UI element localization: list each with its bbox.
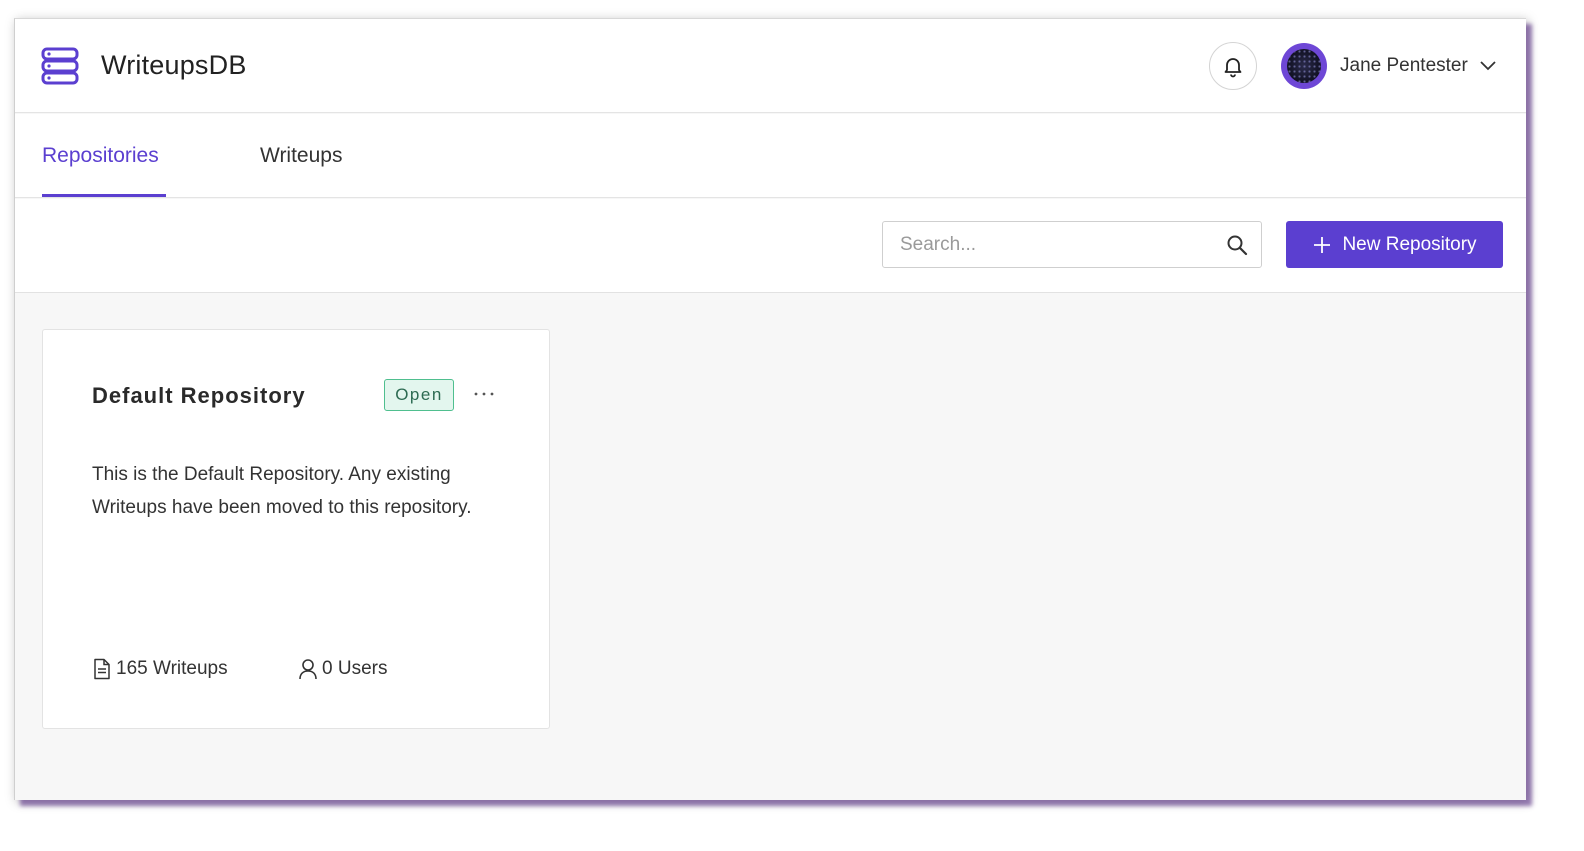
database-icon[interactable]	[41, 47, 79, 85]
avatar-image	[1287, 49, 1321, 83]
app-title[interactable]: WriteupsDB	[101, 50, 247, 81]
tab-bar: Repositories Writeups	[15, 114, 1526, 198]
active-tab-indicator	[42, 194, 166, 197]
top-bar: WriteupsDB Jane Pentester	[15, 19, 1526, 113]
chevron-down-icon[interactable]	[1479, 57, 1497, 75]
repository-description: This is the Default Repository. Any exis…	[92, 464, 472, 518]
users-count: 0 Users	[298, 658, 387, 680]
writeups-count: 165 Writeups	[92, 658, 228, 680]
new-repository-button[interactable]: New Repository	[1286, 221, 1503, 268]
search-box	[882, 221, 1262, 268]
new-repository-label: New Repository	[1342, 233, 1477, 255]
user-avatar[interactable]	[1281, 43, 1327, 89]
user-icon	[299, 659, 317, 680]
search-input[interactable]	[883, 222, 1213, 267]
plus-icon	[1314, 236, 1331, 253]
toolbar: New Repository	[15, 199, 1526, 293]
tab-writeups[interactable]: Writeups	[260, 144, 342, 168]
user-name[interactable]: Jane Pentester	[1340, 55, 1468, 77]
app-window: WriteupsDB Jane Pentester Repositories W…	[14, 18, 1526, 800]
users-count-label: 0 Users	[322, 658, 388, 679]
status-badge: Open	[384, 379, 454, 411]
notifications-button[interactable]	[1209, 42, 1257, 90]
document-icon	[94, 658, 110, 680]
tab-repositories[interactable]: Repositories	[42, 144, 159, 168]
bell-icon	[1224, 58, 1242, 78]
repository-card[interactable]: Default Repository Open This is the Defa…	[42, 329, 550, 729]
search-icon[interactable]	[1226, 234, 1248, 256]
repository-title[interactable]: Default Repository	[92, 383, 306, 409]
more-options-icon[interactable]	[472, 386, 496, 402]
writeups-count-label: 165 Writeups	[116, 658, 228, 679]
